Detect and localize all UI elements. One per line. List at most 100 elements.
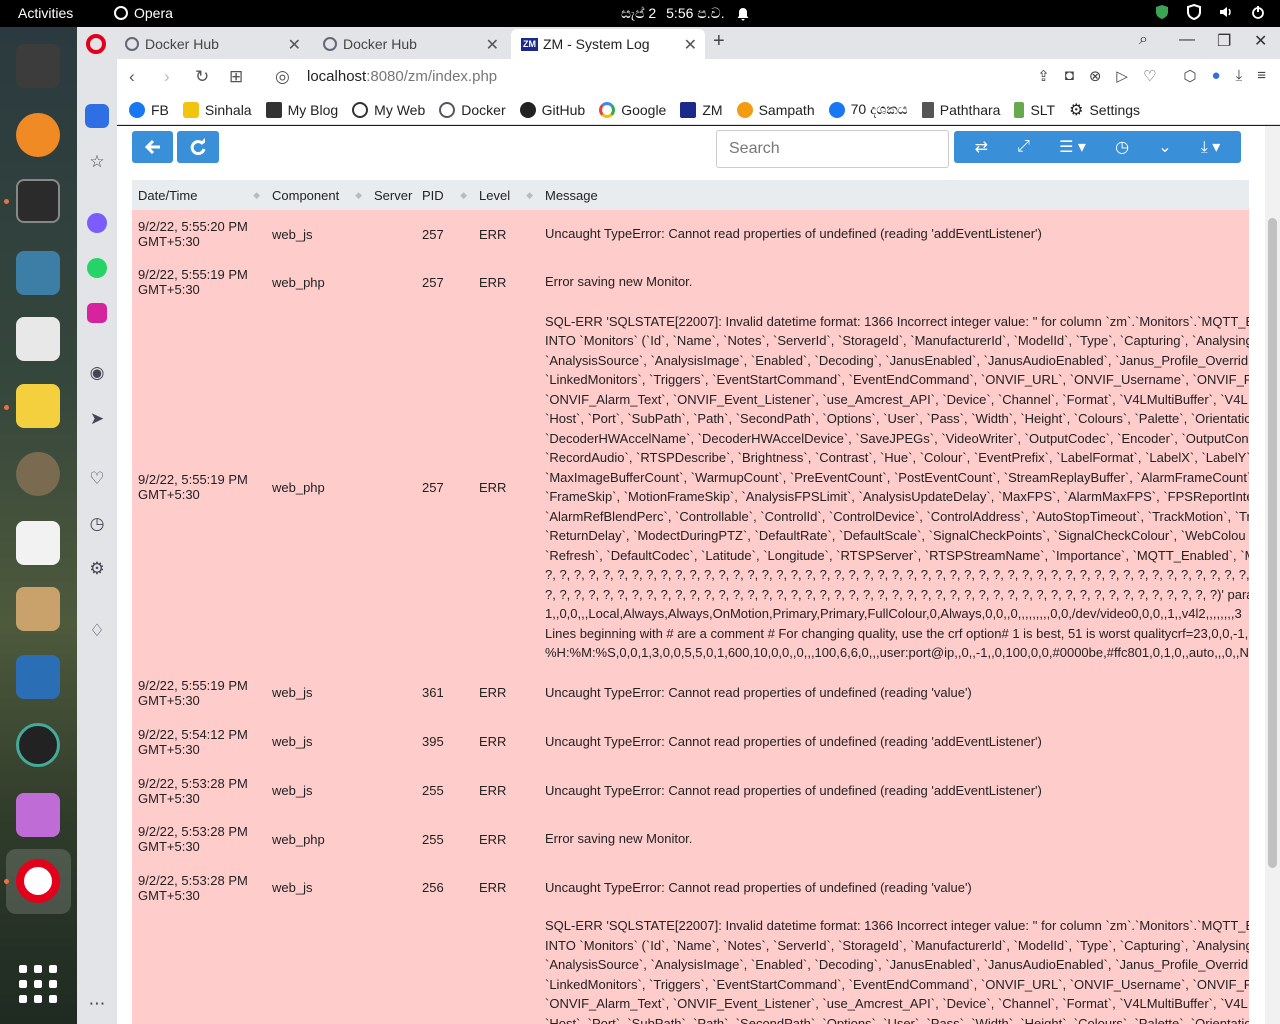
heart-icon[interactable]: ♡: [87, 469, 107, 489]
bookmark-heart-icon[interactable]: ♡: [1143, 67, 1156, 85]
share-icon[interactable]: ⇪: [1037, 67, 1050, 85]
column-message[interactable]: Message: [539, 180, 1249, 210]
maximize-icon[interactable]: ❐: [1217, 31, 1231, 51]
lightbulb-icon[interactable]: ♢: [87, 621, 107, 641]
bookmark-slt[interactable]: SLT: [1014, 101, 1055, 118]
power-icon[interactable]: [1250, 4, 1266, 20]
tab-docker-hub-1[interactable]: Docker Hub ✕: [115, 29, 309, 59]
easy-setup-icon[interactable]: ≡: [1257, 67, 1266, 85]
profile-icon[interactable]: ●: [1212, 67, 1221, 85]
instagram-icon[interactable]: [87, 303, 107, 323]
bookmark-fb[interactable]: FB: [129, 101, 169, 118]
scrollbar-thumb[interactable]: [1268, 218, 1277, 868]
table-row[interactable]: 9/2/22, 5:53:28 PM GMT+5:30 web_php 255 E…: [132, 815, 1249, 863]
clock[interactable]: සැප් 2 5:56 ප.ව.: [621, 5, 751, 22]
app-menu[interactable]: Opera: [114, 5, 173, 21]
bookmark-github[interactable]: GitHub: [519, 101, 585, 118]
text-editor-icon[interactable]: [16, 384, 60, 428]
table-row[interactable]: 9/2/22, 5:55:19 PM GMT+5:30 web_js 361 ER…: [132, 668, 1249, 717]
terminal-icon[interactable]: [16, 179, 60, 223]
vpn-shield-icon[interactable]: [1186, 4, 1202, 20]
close-window-icon[interactable]: ✕: [1254, 31, 1267, 51]
screenshot-icon[interactable]: [16, 251, 60, 295]
tab-search-icon[interactable]: ⌕: [1139, 31, 1148, 49]
tab-zm-system-log[interactable]: ZM ZM - System Log ✕: [511, 29, 705, 59]
bookmark-sampath[interactable]: Sampath: [736, 101, 815, 118]
table-row[interactable]: 9/2/22, 5:53:28 PM GMT+5:30 web_js 256 ER…: [132, 863, 1249, 912]
refresh-button[interactable]: [177, 131, 219, 163]
reload-icon[interactable]: ↻: [195, 67, 209, 87]
forward-icon[interactable]: ›: [164, 67, 170, 87]
table-row[interactable]: 9/2/22, 5:53:28 PM GMT+5:30 web_js 255 ER…: [132, 766, 1249, 815]
color-picker-icon[interactable]: [16, 793, 60, 837]
toggle-pagination-icon[interactable]: ⇄: [975, 137, 988, 157]
bookmark-docker[interactable]: Docker: [439, 101, 506, 118]
page-scrollbar[interactable]: [1265, 126, 1280, 1024]
search-input[interactable]: [716, 130, 949, 168]
bookmark-settings[interactable]: ⚙ Settings: [1069, 100, 1140, 120]
whatsapp-icon[interactable]: [87, 258, 107, 278]
archive-manager-icon[interactable]: [16, 587, 60, 631]
files-icon[interactable]: [16, 44, 60, 88]
history-icon[interactable]: ◷: [87, 514, 107, 534]
snapshot-icon[interactable]: ◘: [1065, 67, 1074, 85]
close-tab-icon[interactable]: ✕: [486, 35, 499, 55]
close-tab-icon[interactable]: ✕: [288, 35, 301, 55]
kdenlive-icon[interactable]: [16, 655, 60, 699]
messenger-icon[interactable]: [87, 213, 107, 233]
columns-list-icon[interactable]: ☰ ▾: [1059, 137, 1086, 157]
bookmark-my-web[interactable]: My Web: [352, 101, 425, 118]
settings-gear-icon[interactable]: ⚙: [87, 559, 107, 579]
table-row[interactable]: 9/2/22, 5:55:19 PM GMT+5:30 web_php 257 E…: [132, 258, 1249, 306]
opera-dock-icon[interactable]: [16, 859, 60, 903]
bookmark-my-blog[interactable]: My Blog: [265, 101, 338, 118]
opera-menu-icon[interactable]: [86, 34, 106, 54]
gimp-icon[interactable]: [16, 452, 60, 496]
table-row[interactable]: 9/2/22, 5:55:19 PM GMT+5:30 web_php 257 E…: [132, 306, 1249, 668]
bookmark-sinhala[interactable]: Sinhala: [182, 101, 252, 118]
bookmark-google[interactable]: Google: [599, 101, 666, 118]
chevron-down-icon[interactable]: ⌄: [1158, 137, 1171, 157]
volume-icon[interactable]: [1218, 4, 1234, 20]
send-icon[interactable]: ➤: [87, 409, 107, 429]
column-server[interactable]: Server: [368, 180, 416, 210]
back-button[interactable]: [132, 131, 173, 163]
show-applications-icon[interactable]: [19, 965, 57, 1003]
bookmark-70-dashakaya[interactable]: 70 දශකය: [828, 101, 908, 118]
downloads-icon[interactable]: ⤓: [1236, 67, 1243, 85]
flow-send-icon[interactable]: ▷: [1116, 67, 1128, 85]
back-icon[interactable]: ‹: [129, 67, 135, 87]
notes-icon[interactable]: [16, 521, 60, 565]
column-pid[interactable]: PID ◆: [416, 180, 473, 210]
adblock-icon[interactable]: ⊗: [1089, 67, 1102, 85]
shield-icon[interactable]: [1154, 4, 1170, 20]
bookmark-zm[interactable]: ZM: [680, 101, 723, 118]
speed-dial-grid-icon[interactable]: ⊞: [229, 67, 243, 87]
export-download-icon[interactable]: ⤓ ▾: [1201, 137, 1221, 157]
table-row[interactable]: SQL-ERR 'SQLSTATE[22007]: Invalid dateti…: [132, 912, 1249, 1024]
table-row[interactable]: 9/2/22, 5:54:12 PM GMT+5:30 web_js 395 ER…: [132, 717, 1249, 766]
fullscreen-icon[interactable]: ⤢: [1017, 138, 1030, 156]
star-icon[interactable]: ☆: [87, 152, 107, 172]
image-viewer-icon[interactable]: [16, 317, 60, 361]
globe-icon[interactable]: ◎: [275, 67, 290, 87]
column-level[interactable]: Level ◆: [473, 180, 539, 210]
software-updater-icon[interactable]: [16, 113, 60, 157]
auto-refresh-clock-icon[interactable]: ◷: [1115, 137, 1129, 157]
url-field[interactable]: localhost:8080/zm/index.php: [307, 68, 497, 85]
table-row[interactable]: 9/2/22, 5:55:20 PM GMT+5:30 web_js 257 ER…: [132, 210, 1249, 258]
camera-app-icon[interactable]: [16, 723, 60, 767]
more-icon[interactable]: ⋯: [87, 994, 107, 1014]
cell-message: Error saving new Monitor.: [539, 258, 1249, 306]
extensions-cube-icon[interactable]: ⬡: [1183, 67, 1196, 85]
player-icon[interactable]: ◉: [87, 363, 107, 383]
tab-docker-hub-2[interactable]: Docker Hub ✕: [313, 29, 507, 59]
column-datetime[interactable]: Date/Time ◆: [132, 180, 266, 210]
activities-button[interactable]: Activities: [18, 5, 73, 21]
bookmark-paththara[interactable]: Paththara: [921, 101, 1000, 118]
column-component[interactable]: Component ◆: [266, 180, 368, 210]
home-icon[interactable]: [85, 104, 109, 128]
new-tab-icon[interactable]: +: [713, 30, 725, 53]
close-tab-icon[interactable]: ✕: [684, 35, 697, 55]
minimize-icon[interactable]: —: [1179, 31, 1195, 49]
